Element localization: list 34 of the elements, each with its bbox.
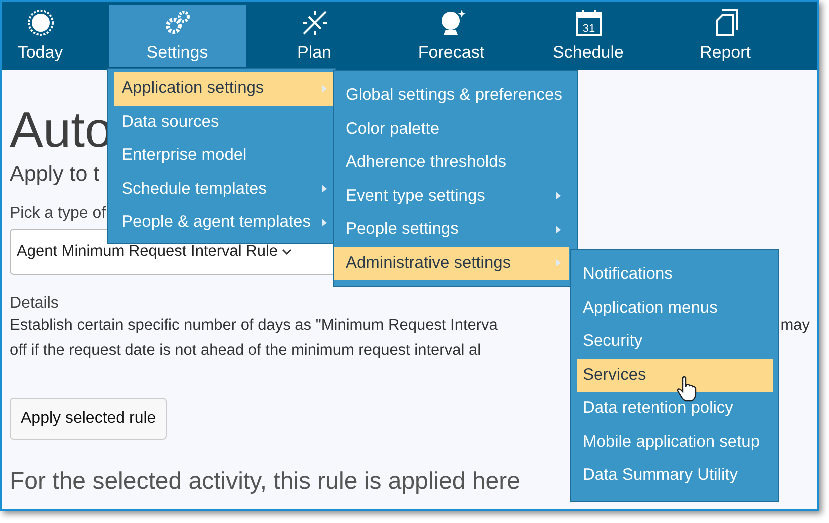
- nav-tab[interactable]: Today: [2, 5, 109, 67]
- details-label: Details: [10, 295, 59, 313]
- menu-item[interactable]: Data Summary Utility: [577, 459, 773, 492]
- menu-item[interactable]: Enterprise model: [114, 139, 335, 172]
- menu-item[interactable]: Data retention policy: [577, 392, 773, 426]
- sun-icon: [26, 8, 56, 38]
- nav-tab[interactable]: 31 Schedule: [520, 5, 657, 67]
- field-label: Pick a type of: [10, 205, 106, 223]
- nav-tab[interactable]: Report: [657, 5, 794, 67]
- page-subtitle: Apply to t: [10, 162, 100, 187]
- menu-item[interactable]: Services: [577, 358, 773, 392]
- chevron-down-icon: [282, 249, 292, 255]
- menu-item[interactable]: Color palette: [334, 112, 569, 146]
- menu-item[interactable]: Adherence thresholds: [334, 146, 569, 180]
- nav-tab[interactable]: Forecast: [383, 5, 520, 67]
- details-text: may: [780, 316, 810, 336]
- apply-button[interactable]: Apply selected rule: [10, 398, 168, 440]
- details-text: Establish certain specific number of days as "Minimum Request Interva: [10, 316, 498, 336]
- menu-item[interactable]: Data sources: [114, 106, 335, 139]
- menu-item[interactable]: Mobile application setup: [577, 426, 773, 459]
- pointer-hand-icon: [677, 376, 697, 402]
- section-heading: For the selected activity, this rule is applied here: [10, 468, 520, 496]
- menu-item[interactable]: Application settings: [114, 72, 335, 106]
- menu-item[interactable]: Schedule templates: [114, 172, 335, 206]
- menu-item[interactable]: Global settings & preferences: [334, 79, 569, 112]
- menu-item[interactable]: Administrative settings: [334, 246, 569, 280]
- details-text: off if the request date is not ahead of the minimum request interval al: [10, 341, 482, 361]
- menu-item[interactable]: Notifications: [577, 258, 773, 292]
- nav-tab[interactable]: Plan: [246, 5, 383, 67]
- menu-item[interactable]: People settings: [334, 213, 569, 246]
- menu-item[interactable]: Security: [577, 325, 773, 358]
- menu-item[interactable]: Application menus: [577, 292, 773, 325]
- nav-tab[interactable]: Settings: [109, 5, 246, 67]
- menu-item[interactable]: Event type settings: [334, 180, 569, 213]
